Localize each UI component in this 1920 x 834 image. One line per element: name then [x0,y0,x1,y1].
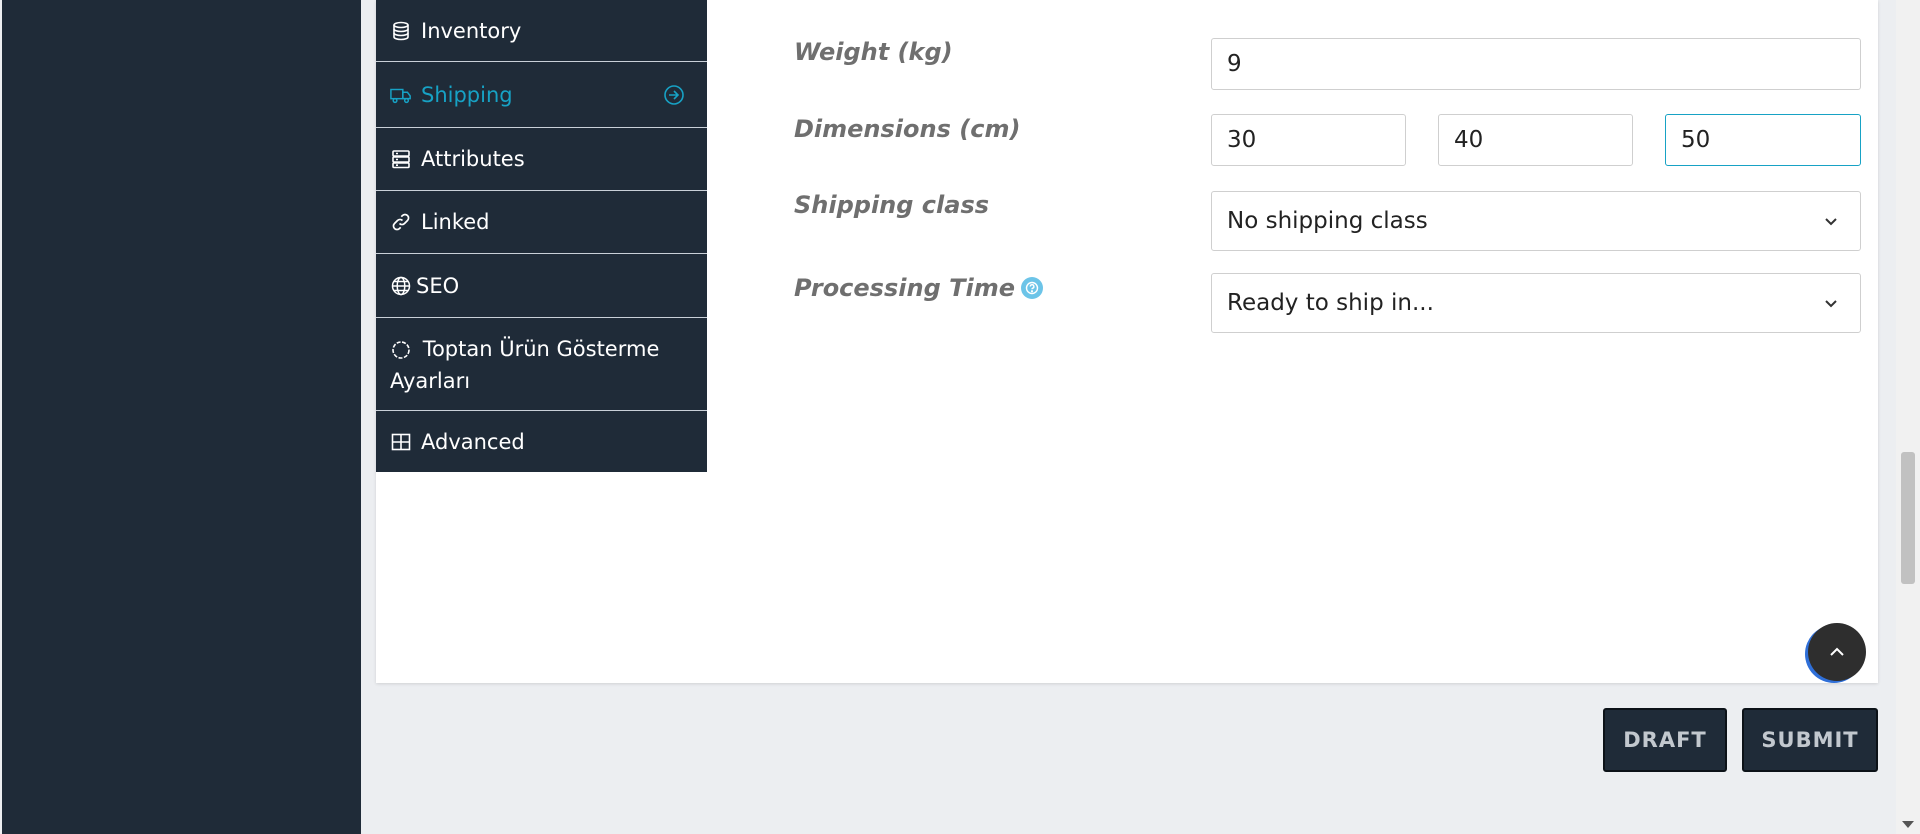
shipping-class-value: No shipping class [1227,208,1428,234]
link-icon [390,211,412,233]
chevron-down-icon [1825,218,1837,226]
chevron-up-icon [1830,647,1844,656]
page-scrollbar[interactable] [1896,0,1920,834]
tab-label: Linked [421,210,490,234]
globe-icon [390,275,412,297]
processing-time-row: Processing Time [794,274,1043,302]
tab-attributes[interactable]: Attributes [376,128,707,191]
scroll-down-arrow-icon[interactable] [1902,821,1914,828]
dimensions-label: Dimensions (cm) [794,115,1021,143]
shipping-class-label: Shipping class [794,191,990,219]
chevron-down-icon [1825,300,1837,308]
shipping-class-row: Shipping class [794,191,989,219]
grid-icon [390,431,412,453]
tab-wholesale-settings[interactable]: Toptan Ürün Gösterme Ayarları [376,318,707,411]
processing-time-label: Processing Time [794,274,1015,302]
length-field[interactable] [1211,114,1406,166]
tab-label: Advanced [421,429,525,454]
dimensions-row: Dimensions (cm) [794,115,1020,143]
processing-time-label-wrap: Processing Time [794,274,1043,302]
tab-seo[interactable]: SEO [376,254,707,318]
help-icon[interactable] [1020,277,1043,299]
tab-label: Inventory [421,18,522,43]
tab-linked[interactable]: Linked [376,191,707,254]
scrollbar-thumb[interactable] [1901,452,1915,584]
processing-time-value: Ready to ship in... [1227,290,1434,316]
tab-label: Attributes [421,147,525,171]
width-field[interactable] [1438,114,1633,166]
height-field[interactable] [1665,114,1861,166]
tab-label: Toptan Ürün Gösterme Ayarları [390,337,660,393]
tab-label: SEO [416,273,460,298]
tab-shipping[interactable]: Shipping [376,62,707,128]
database-icon [390,20,412,42]
weight-field[interactable] [1211,38,1861,90]
draft-button[interactable]: DRAFT [1603,708,1727,772]
circle-dashed-icon [390,339,412,361]
weight-label: Weight (kg) [794,38,953,66]
processing-time-select[interactable]: Ready to ship in... [1211,273,1861,333]
tab-advanced[interactable]: Advanced [376,411,707,472]
submit-button[interactable]: SUBMIT [1742,708,1878,772]
dashboard-sidebar [0,0,361,834]
server-icon [390,148,412,170]
tab-label: Shipping [421,82,513,107]
tab-inventory[interactable]: Inventory [376,0,707,62]
weight-row: Weight (kg) [794,38,953,66]
arrow-circle-right-icon [664,84,684,105]
product-data-tabs: Inventory Shipping Attributes Linked SEO… [376,0,707,472]
shipping-class-select[interactable]: No shipping class [1211,191,1861,251]
truck-icon [390,84,412,106]
scroll-to-top-button[interactable] [1808,623,1866,681]
